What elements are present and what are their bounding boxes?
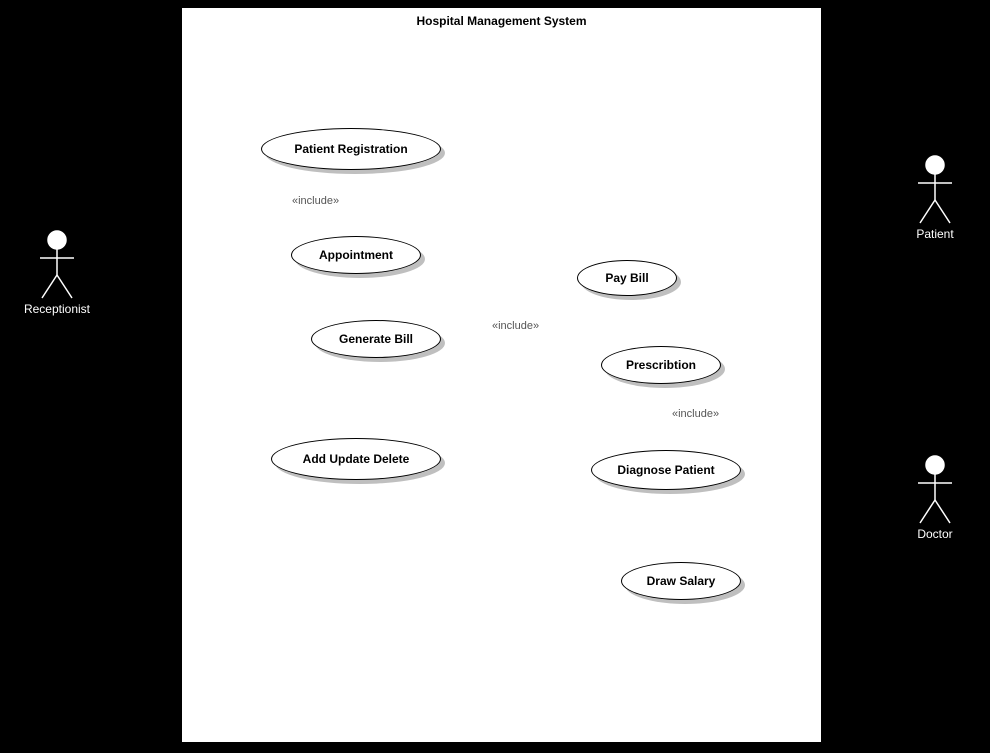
include-label-1: «include» [292,195,339,207]
actor-icon [32,230,82,300]
usecase-prescription: Prescribtion [601,346,721,384]
actor-icon [910,155,960,225]
system-boundary: Hospital Management System [181,7,822,743]
diagram-canvas: Hospital Management System Receptionist … [0,0,990,753]
usecase-label: Draw Salary [641,574,722,588]
usecase-label: Add Update Delete [297,452,416,466]
actor-doctor: Doctor [910,455,960,545]
usecase-patient-registration: Patient Registration [261,128,441,170]
actor-doctor-label: Doctor [912,527,958,541]
actor-receptionist-label: Receptionist [17,302,97,316]
usecase-generate-bill: Generate Bill [311,320,441,358]
usecase-label: Appointment [313,248,399,262]
usecase-label: Patient Registration [288,142,413,156]
usecase-appointment: Appointment [291,236,421,274]
usecase-diagnose-patient: Diagnose Patient [591,450,741,490]
usecase-label: Pay Bill [599,271,654,285]
actor-icon [910,455,960,525]
usecase-label: Prescribtion [620,358,702,372]
system-title: Hospital Management System [182,14,821,28]
usecase-label: Generate Bill [333,332,419,346]
actor-patient-label: Patient [910,227,960,241]
usecase-pay-bill: Pay Bill [577,260,677,296]
actor-patient: Patient [910,155,960,245]
include-label-3: «include» [672,408,719,420]
usecase-label: Diagnose Patient [611,463,720,477]
usecase-draw-salary: Draw Salary [621,562,741,600]
usecase-add-update-delete: Add Update Delete [271,438,441,480]
actor-receptionist: Receptionist [32,230,82,320]
include-label-2: «include» [492,320,539,332]
